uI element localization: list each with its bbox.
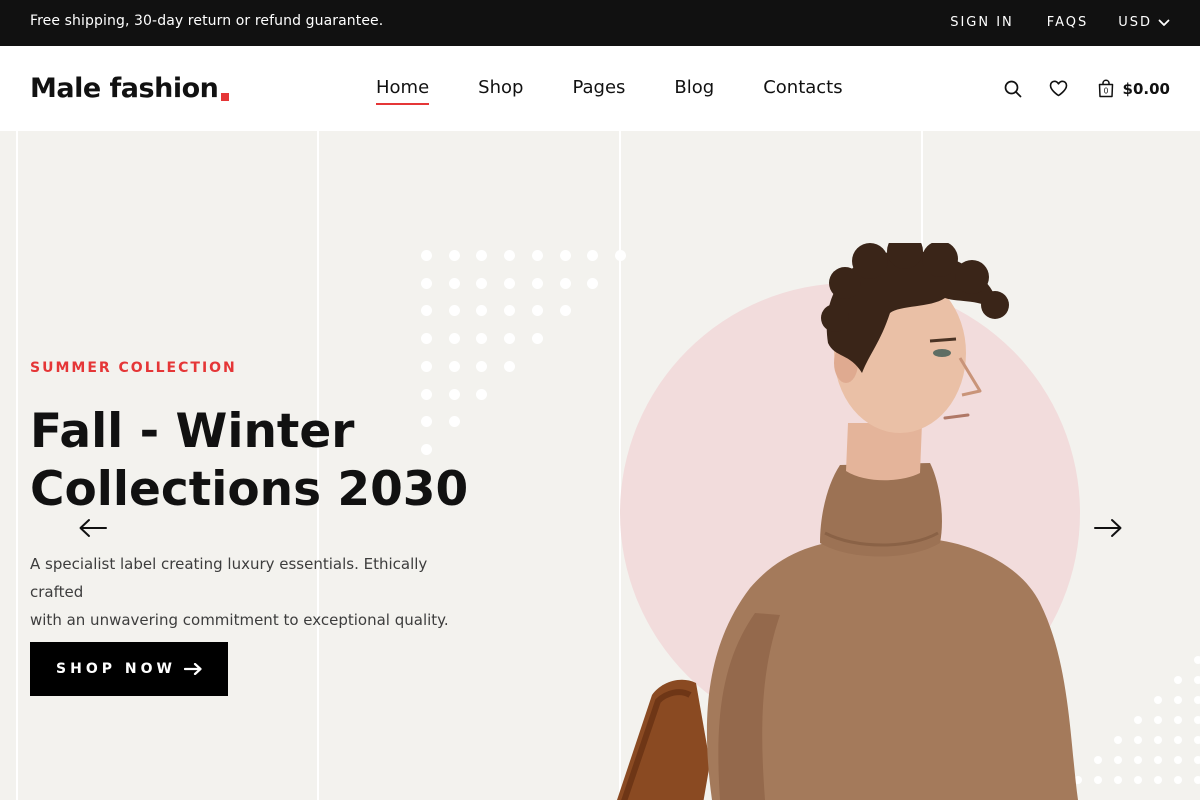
pattern-dot — [421, 277, 432, 289]
hero-description: A specialist label creating luxury essen… — [30, 550, 480, 634]
pattern-dot — [1154, 716, 1162, 724]
pattern-dot — [476, 388, 488, 400]
hero-subtitle: SUMMER COLLECTION — [30, 360, 237, 376]
heart-icon — [1049, 80, 1067, 97]
hero-slider: SUMMER COLLECTION Fall - Winter Collecti… — [0, 131, 1200, 800]
pattern-dot — [504, 333, 516, 345]
grid-line — [16, 131, 18, 800]
header-actions: 0 $0.00 — [1004, 79, 1170, 98]
pattern-dot — [476, 277, 488, 289]
shipping-notice: Free shipping, 30-day return or refund g… — [30, 13, 384, 29]
nav-pages[interactable]: Pages — [572, 77, 625, 99]
wishlist-button[interactable] — [1049, 80, 1068, 97]
pattern-dot — [1134, 736, 1142, 744]
pattern-dot — [1194, 736, 1200, 744]
nav-shop[interactable]: Shop — [478, 77, 523, 99]
sign-in-link[interactable]: SIGN IN — [950, 15, 1014, 30]
arrow-right-icon — [183, 663, 202, 675]
top-bar: Free shipping, 30-day return or refund g… — [0, 0, 1200, 46]
pattern-dot — [448, 388, 460, 400]
pattern-dot — [1174, 696, 1182, 704]
pattern-dot — [1194, 776, 1200, 784]
pattern-dot — [448, 333, 460, 345]
pattern-dot — [1154, 756, 1162, 764]
pattern-dot — [1154, 736, 1162, 744]
pattern-dot — [448, 277, 460, 289]
hero-description-line1: A specialist label creating luxury essen… — [30, 555, 428, 601]
nav-contacts[interactable]: Contacts — [763, 77, 842, 99]
pattern-dot — [1194, 676, 1200, 684]
hero-title: Fall - Winter Collections 2030 — [30, 403, 550, 519]
pattern-dot — [1174, 736, 1182, 744]
pattern-dot — [448, 250, 460, 261]
arrow-left-icon — [79, 519, 107, 537]
pattern-dot — [1134, 776, 1142, 784]
pattern-dot — [504, 305, 516, 317]
main-nav: Home Shop Pages Blog Contacts — [376, 77, 892, 105]
logo-dot — [221, 93, 230, 101]
model-image — [617, 243, 1078, 800]
main-header: Male fashion Home Shop Pages Blog Contac… — [0, 46, 1200, 131]
pattern-dot — [448, 360, 460, 372]
hero-description-line2: with an unwavering commitment to excepti… — [30, 611, 449, 629]
pattern-dot — [1174, 716, 1182, 724]
pattern-dot — [421, 250, 432, 261]
pattern-dot — [1194, 656, 1200, 664]
pattern-dot — [476, 305, 488, 317]
pattern-dot — [1174, 676, 1182, 684]
slider-next-button[interactable] — [1093, 518, 1123, 538]
pattern-dot — [1194, 756, 1200, 764]
pattern-dot — [1154, 696, 1162, 704]
cart-button[interactable]: 0 $0.00 — [1097, 79, 1170, 98]
cart-total: $0.00 — [1122, 79, 1170, 98]
pattern-dot — [421, 305, 432, 317]
pattern-dot — [559, 250, 571, 261]
nav-blog[interactable]: Blog — [674, 77, 714, 99]
pattern-dot — [421, 360, 432, 372]
logo-text: Male fashion — [30, 73, 219, 104]
pattern-dot — [1174, 776, 1182, 784]
pattern-dot — [531, 277, 543, 289]
pattern-dot — [531, 250, 543, 261]
slider-prev-button[interactable] — [78, 518, 108, 538]
cart-count: 0 — [1103, 87, 1108, 96]
pattern-dot — [504, 250, 516, 261]
pattern-dot — [448, 305, 460, 317]
shop-now-button[interactable]: SHOP NOW — [30, 642, 228, 696]
pattern-dot — [531, 333, 543, 345]
pattern-dot — [504, 277, 516, 289]
top-links: SIGN IN FAQS USD — [917, 15, 1170, 30]
pattern-dot — [1134, 756, 1142, 764]
pattern-dot — [476, 360, 488, 372]
pattern-dot — [1134, 716, 1142, 724]
hero-title-line1: Fall - Winter — [30, 404, 355, 459]
pattern-dot — [1194, 696, 1200, 704]
faqs-link[interactable]: FAQS — [1047, 15, 1088, 30]
pattern-dot — [421, 388, 432, 400]
pattern-dot — [559, 305, 571, 317]
pattern-dot — [587, 250, 599, 261]
pattern-dot — [421, 333, 432, 345]
currency-selector[interactable]: USD — [1118, 15, 1170, 30]
site-logo[interactable]: Male fashion — [30, 73, 230, 105]
shopping-bag-icon: 0 — [1098, 79, 1113, 98]
search-button[interactable] — [1004, 80, 1022, 98]
pattern-dot — [1194, 716, 1200, 724]
arrow-right-icon — [1094, 519, 1122, 537]
pattern-dot — [476, 250, 488, 261]
pattern-dot — [559, 277, 571, 289]
hero-title-line2: Collections 2030 — [30, 462, 469, 517]
pattern-dot — [1174, 756, 1182, 764]
pattern-dot — [531, 305, 543, 317]
pattern-dot — [1154, 776, 1162, 784]
nav-home[interactable]: Home — [376, 77, 430, 105]
chevron-down-icon — [1158, 19, 1170, 26]
pattern-dot — [587, 277, 599, 289]
search-icon — [1004, 80, 1021, 97]
pattern-dot — [504, 360, 516, 372]
pattern-dot — [476, 333, 488, 345]
shop-now-label: SHOP NOW — [56, 661, 176, 677]
currency-label: USD — [1118, 15, 1152, 30]
